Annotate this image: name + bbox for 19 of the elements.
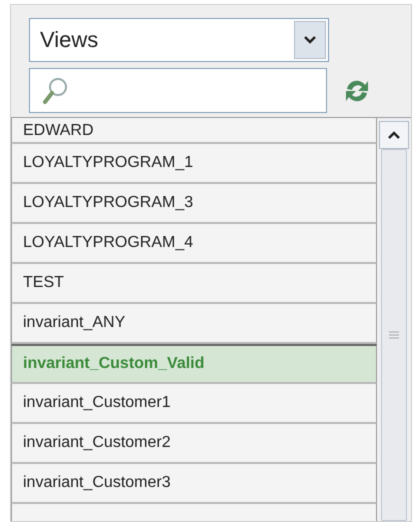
list-item[interactable]: TEST — [11, 264, 377, 304]
view-dropdown[interactable]: Views — [29, 18, 329, 62]
list-item[interactable]: invariant_Customer2 — [11, 424, 377, 464]
scrollbar[interactable] — [379, 118, 409, 521]
search-icon — [42, 76, 68, 104]
list-item[interactable]: EDWARD — [11, 118, 377, 144]
search-field[interactable] — [29, 68, 327, 113]
list-item[interactable]: invariant_ANY — [11, 304, 377, 344]
scroll-up-button[interactable] — [379, 121, 409, 149]
scroll-thumb[interactable] — [381, 149, 407, 521]
list-item[interactable]: LOYALTYPROGRAM_1 — [11, 144, 377, 184]
list-item[interactable]: invariant_Customer1 — [11, 384, 377, 424]
list-item[interactable]: invariant_Customer3 — [11, 464, 377, 504]
grip-icon — [389, 331, 399, 339]
list-item[interactable]: LOYALTYPROGRAM_4 — [11, 224, 377, 264]
caret-icon — [388, 131, 400, 139]
list-item[interactable]: LOYALTYPROGRAM_3 — [11, 184, 377, 224]
caret-icon — [304, 36, 316, 44]
dropdown-value: Views — [39, 27, 100, 53]
